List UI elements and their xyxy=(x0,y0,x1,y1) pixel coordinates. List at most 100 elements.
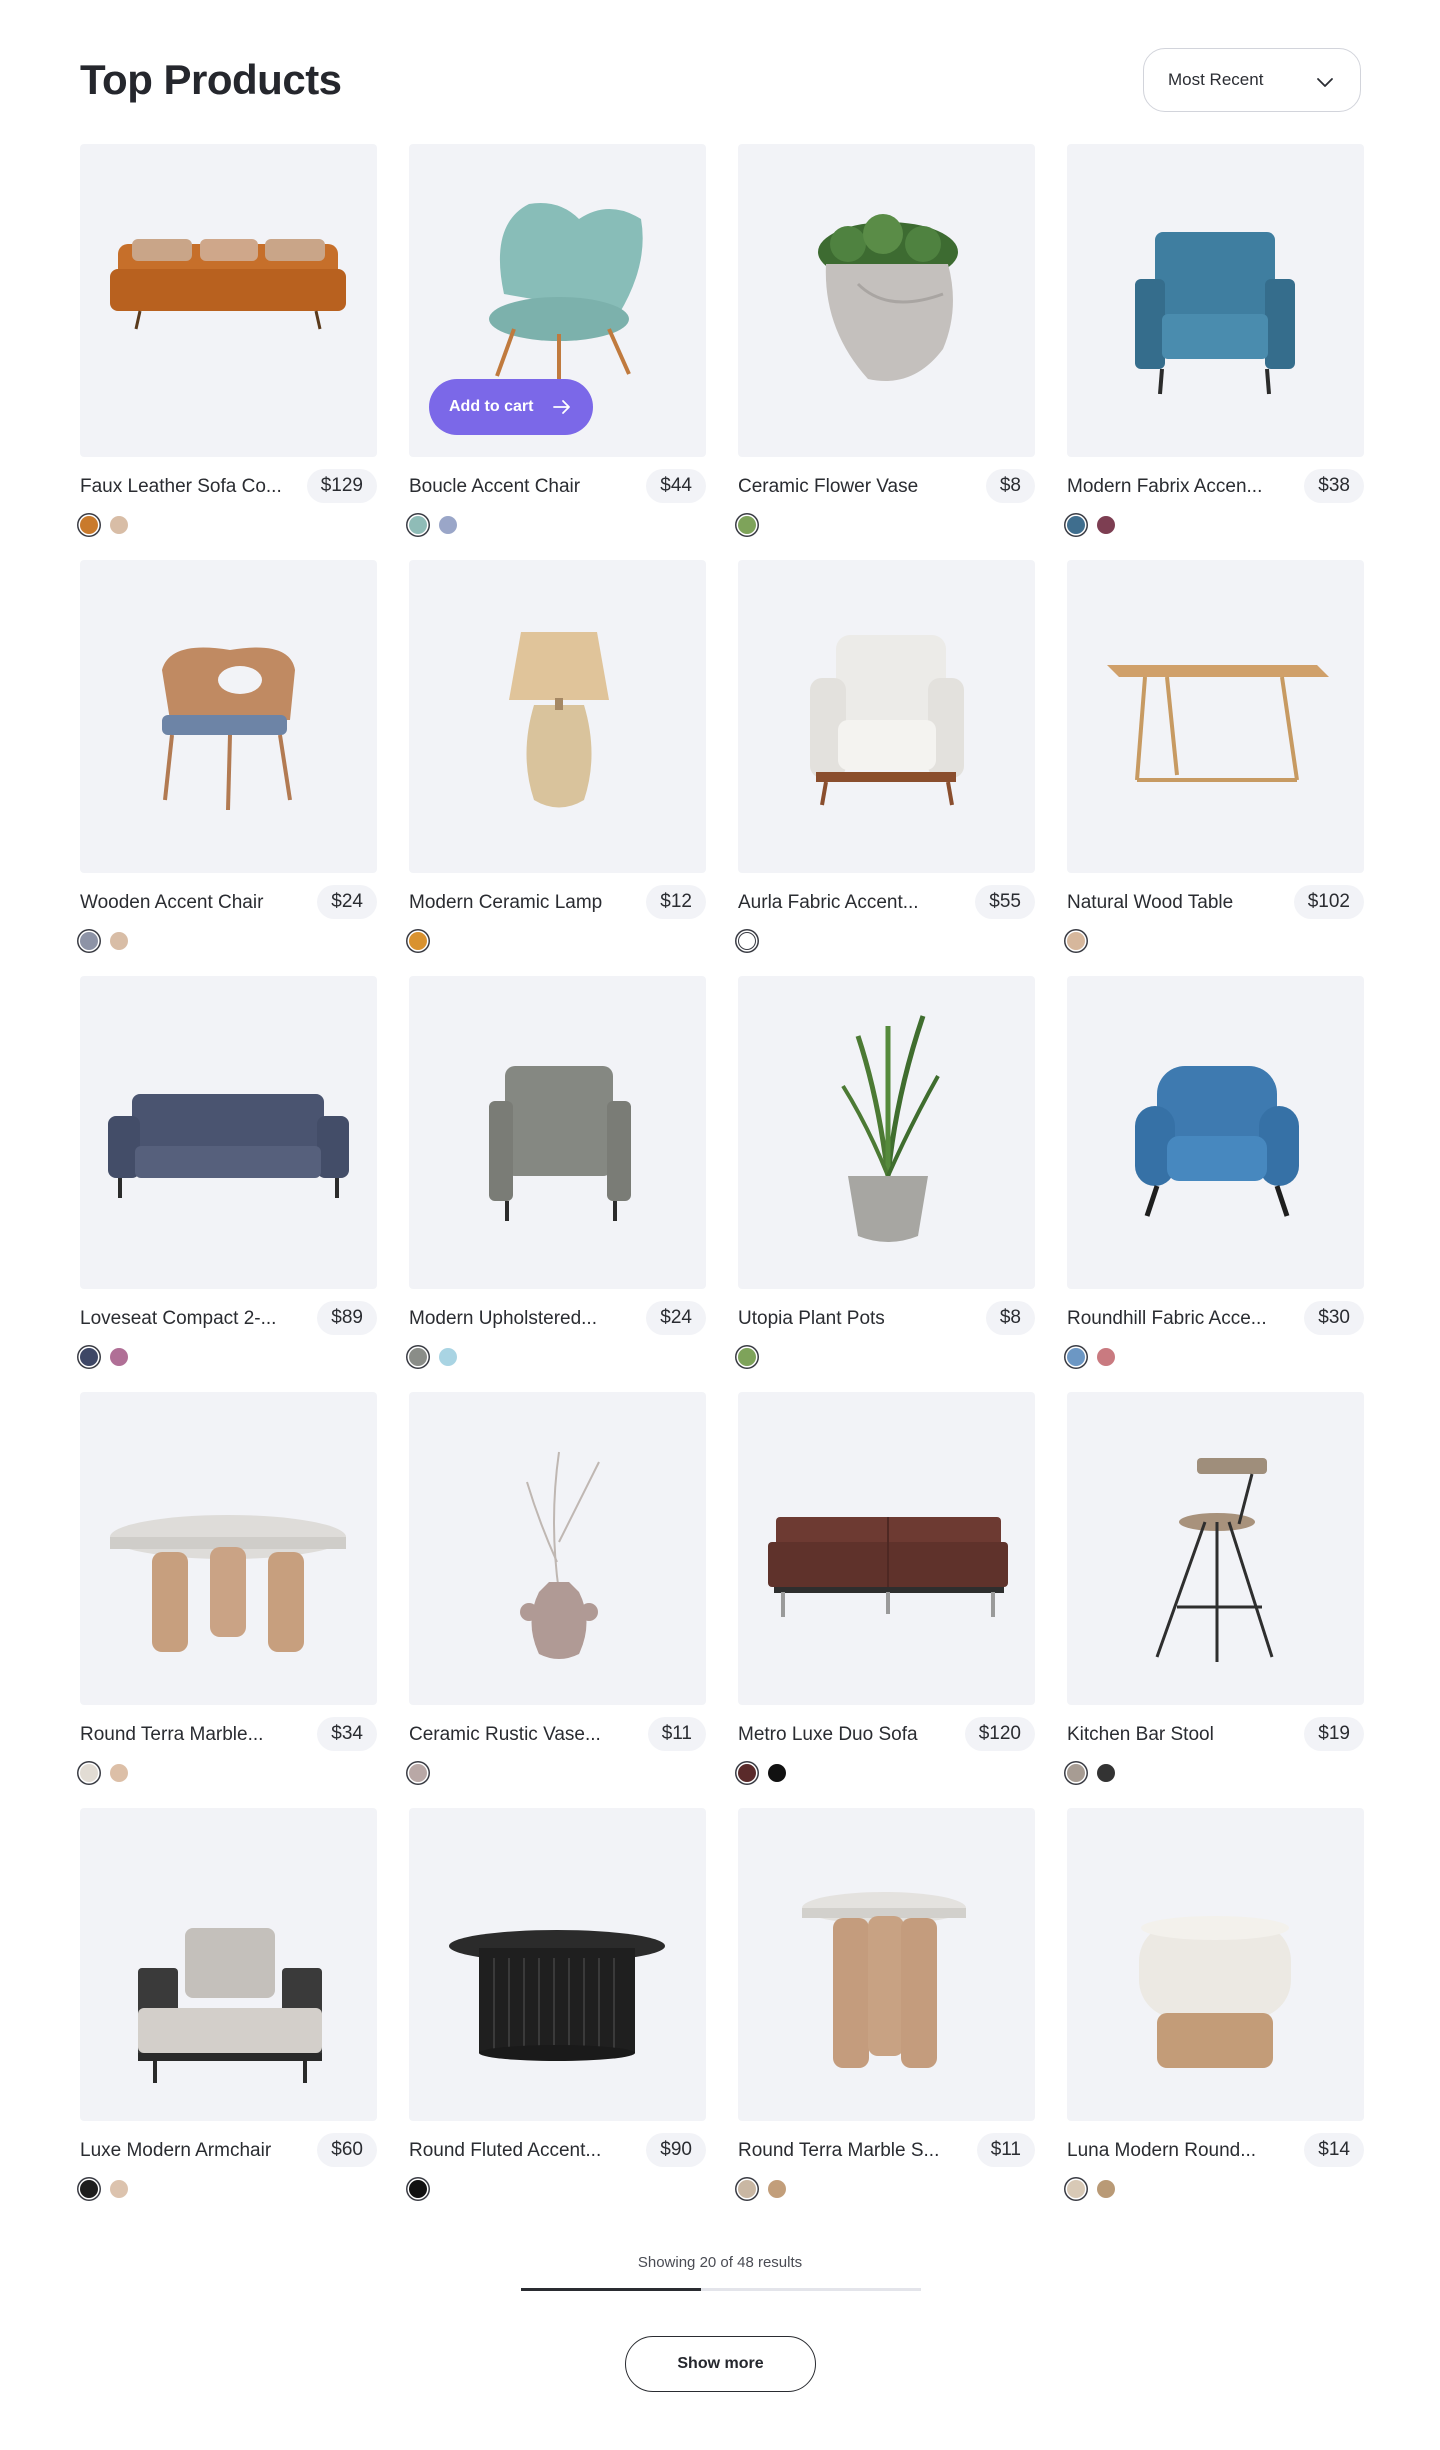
color-swatch[interactable] xyxy=(409,1348,427,1366)
product-image[interactable] xyxy=(738,976,1035,1289)
color-swatch[interactable] xyxy=(409,1764,427,1782)
product-name[interactable]: Luxe Modern Armchair xyxy=(80,2140,290,2162)
color-swatch[interactable] xyxy=(110,516,128,534)
product-name[interactable]: Faux Leather Sofa Co... xyxy=(80,476,290,498)
color-swatch[interactable] xyxy=(738,2180,756,2198)
product-image[interactable] xyxy=(738,1392,1035,1705)
product-image[interactable] xyxy=(409,976,706,1289)
color-swatches xyxy=(738,932,756,950)
product-name[interactable]: Natural Wood Table xyxy=(1067,892,1277,914)
color-swatch[interactable] xyxy=(738,932,756,950)
product-image[interactable] xyxy=(738,560,1035,873)
product-card[interactable]: Faux Leather Sofa Co... $129 xyxy=(80,144,377,560)
product-name[interactable]: Modern Upholstered... xyxy=(409,1308,619,1330)
color-swatch[interactable] xyxy=(80,1348,98,1366)
product-card[interactable]: Aurla Fabric Accent... $55 xyxy=(738,560,1035,976)
product-name[interactable]: Loveseat Compact 2-... xyxy=(80,1308,290,1330)
product-image[interactable] xyxy=(1067,1808,1364,2121)
product-name[interactable]: Luna Modern Round... xyxy=(1067,2140,1277,2162)
color-swatch[interactable] xyxy=(1097,1348,1115,1366)
color-swatch[interactable] xyxy=(1097,516,1115,534)
product-name[interactable]: Round Terra Marble S... xyxy=(738,2140,948,2162)
product-image[interactable] xyxy=(80,976,377,1289)
color-swatch[interactable] xyxy=(439,516,457,534)
product-card[interactable]: Round Terra Marble S... $11 xyxy=(738,1808,1035,2224)
color-swatch[interactable] xyxy=(768,2180,786,2198)
color-swatch[interactable] xyxy=(738,1764,756,1782)
add-to-cart-button[interactable]: Add to cart xyxy=(429,379,593,435)
product-card[interactable]: Luna Modern Round... $14 xyxy=(1067,1808,1364,2224)
product-name[interactable]: Modern Ceramic Lamp xyxy=(409,892,619,914)
product-card[interactable]: Add to cart Boucle Accent Chair $44 xyxy=(409,144,706,560)
product-card[interactable]: Ceramic Rustic Vase... $11 xyxy=(409,1392,706,1808)
color-swatch[interactable] xyxy=(80,1764,98,1782)
product-card[interactable]: Ceramic Flower Vase $8 xyxy=(738,144,1035,560)
product-card[interactable]: Round Fluted Accent... $90 xyxy=(409,1808,706,2224)
product-name[interactable]: Wooden Accent Chair xyxy=(80,892,290,914)
product-image[interactable] xyxy=(80,1808,377,2121)
color-swatch[interactable] xyxy=(80,932,98,950)
color-swatch[interactable] xyxy=(439,1348,457,1366)
product-image[interactable] xyxy=(409,1808,706,2121)
product-card[interactable]: Loveseat Compact 2-... $89 xyxy=(80,976,377,1392)
color-swatch[interactable] xyxy=(110,1764,128,1782)
color-swatch[interactable] xyxy=(1067,1764,1085,1782)
product-card[interactable]: Modern Fabrix Accen... $38 xyxy=(1067,144,1364,560)
product-card[interactable]: Round Terra Marble... $34 xyxy=(80,1392,377,1808)
product-name[interactable]: Ceramic Rustic Vase... xyxy=(409,1724,619,1746)
product-name[interactable]: Metro Luxe Duo Sofa xyxy=(738,1724,948,1746)
product-image[interactable] xyxy=(1067,144,1364,457)
product-illustration xyxy=(110,239,346,330)
product-image[interactable] xyxy=(1067,560,1364,873)
product-image[interactable] xyxy=(738,144,1035,457)
product-name[interactable]: Boucle Accent Chair xyxy=(409,476,619,498)
product-card[interactable]: Luxe Modern Armchair $60 xyxy=(80,1808,377,2224)
show-more-button[interactable]: Show more xyxy=(625,2336,816,2392)
product-name[interactable]: Modern Fabrix Accen... xyxy=(1067,476,1277,498)
product-name[interactable]: Aurla Fabric Accent... xyxy=(738,892,948,914)
product-name[interactable]: Ceramic Flower Vase xyxy=(738,476,948,498)
product-image[interactable]: Add to cart xyxy=(409,144,706,457)
product-name[interactable]: Round Fluted Accent... xyxy=(409,2140,619,2162)
color-swatch[interactable] xyxy=(80,2180,98,2198)
product-image[interactable] xyxy=(1067,976,1364,1289)
color-swatches xyxy=(1067,516,1115,534)
color-swatch[interactable] xyxy=(1067,1348,1085,1366)
product-card[interactable]: Kitchen Bar Stool $19 xyxy=(1067,1392,1364,1808)
product-image[interactable] xyxy=(738,1808,1035,2121)
color-swatch[interactable] xyxy=(409,2180,427,2198)
product-image[interactable] xyxy=(80,560,377,873)
product-card[interactable]: Roundhill Fabric Acce... $30 xyxy=(1067,976,1364,1392)
color-swatch[interactable] xyxy=(110,932,128,950)
product-name[interactable]: Utopia Plant Pots xyxy=(738,1308,948,1330)
product-name[interactable]: Round Terra Marble... xyxy=(80,1724,290,1746)
product-card[interactable]: Metro Luxe Duo Sofa $120 xyxy=(738,1392,1035,1808)
color-swatch[interactable] xyxy=(738,516,756,534)
color-swatch[interactable] xyxy=(110,1348,128,1366)
color-swatch[interactable] xyxy=(110,2180,128,2198)
color-swatch[interactable] xyxy=(1097,2180,1115,2198)
color-swatch[interactable] xyxy=(1067,516,1085,534)
product-name[interactable]: Roundhill Fabric Acce... xyxy=(1067,1308,1277,1330)
color-swatch[interactable] xyxy=(80,516,98,534)
color-swatch[interactable] xyxy=(409,932,427,950)
product-card[interactable]: Modern Ceramic Lamp $12 xyxy=(409,560,706,976)
product-image[interactable] xyxy=(409,1392,706,1705)
product-card[interactable]: Wooden Accent Chair $24 xyxy=(80,560,377,976)
color-swatch[interactable] xyxy=(768,1764,786,1782)
product-card[interactable]: Natural Wood Table $102 xyxy=(1067,560,1364,976)
product-image[interactable] xyxy=(409,560,706,873)
product-card[interactable]: Utopia Plant Pots $8 xyxy=(738,976,1035,1392)
color-swatch[interactable] xyxy=(1067,2180,1085,2198)
color-swatch[interactable] xyxy=(1067,932,1085,950)
color-swatch[interactable] xyxy=(409,516,427,534)
product-image[interactable] xyxy=(1067,1392,1364,1705)
color-swatch[interactable] xyxy=(738,1348,756,1366)
product-price: $102 xyxy=(1293,885,1364,919)
color-swatch[interactable] xyxy=(1097,1764,1115,1782)
product-card[interactable]: Modern Upholstered... $24 xyxy=(409,976,706,1392)
product-image[interactable] xyxy=(80,1392,377,1705)
sort-dropdown[interactable]: Most Recent xyxy=(1143,48,1361,112)
product-name[interactable]: Kitchen Bar Stool xyxy=(1067,1724,1277,1746)
product-image[interactable] xyxy=(80,144,377,457)
